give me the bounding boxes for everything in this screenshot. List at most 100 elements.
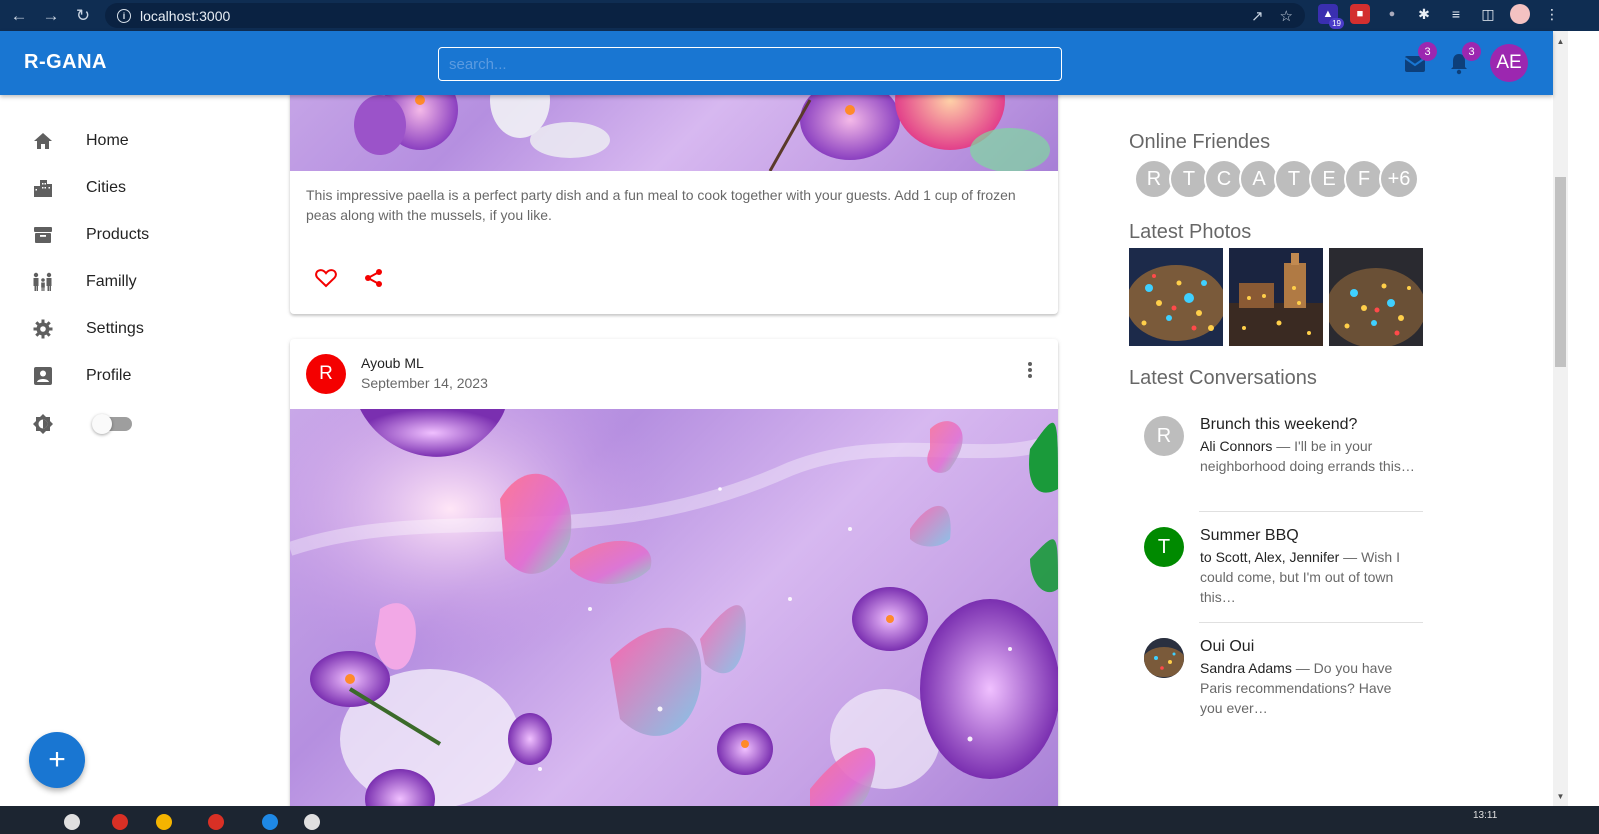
conversation-avatar: T: [1144, 527, 1184, 567]
back-icon[interactable]: ←: [6, 3, 32, 29]
conversation-preview: Ali Connors — I'll be in your neighborho…: [1200, 436, 1415, 476]
page-scrollbar[interactable]: [1553, 31, 1568, 806]
conversation-item[interactable]: Oui Oui Sandra Adams — Do you have Paris…: [1129, 638, 1423, 718]
theme-toggle-switch[interactable]: [92, 414, 132, 434]
sidebar-item-settings[interactable]: Settings: [0, 305, 260, 352]
conversation-title: Oui Oui: [1200, 638, 1255, 655]
reload-icon[interactable]: ↻: [70, 3, 96, 29]
add-button[interactable]: +: [29, 732, 85, 788]
share-button[interactable]: [360, 264, 388, 292]
conversation-title: Brunch this weekend?: [1200, 416, 1358, 433]
sidebar-item-family[interactable]: Familly: [0, 258, 260, 305]
friend-avatar[interactable]: E: [1309, 159, 1349, 199]
post-body-text: This impressive paella is a perfect part…: [306, 187, 1016, 223]
conversation-sender: Sandra Adams: [1200, 660, 1292, 676]
url-text: localhost:3000: [140, 7, 231, 24]
photo-thumbnail[interactable]: [1229, 248, 1323, 346]
taskbar-app-icon[interactable]: [262, 814, 278, 830]
reading-list-icon[interactable]: ≡: [1446, 4, 1466, 24]
switch-knob: [92, 414, 112, 434]
friend-avatar[interactable]: A: [1239, 159, 1279, 199]
post-author-name: Ayoub ML: [361, 355, 424, 371]
friend-avatar[interactable]: R: [1134, 159, 1174, 199]
friend-avatar[interactable]: F: [1344, 159, 1384, 199]
post-date: September 14, 2023: [361, 375, 488, 391]
conversation-avatar: [1144, 638, 1184, 678]
extension-red-icon[interactable]: ■: [1350, 4, 1370, 24]
extension-bottle-icon[interactable]: ●: [1382, 4, 1402, 24]
sidebar-item-label: Cities: [86, 178, 127, 196]
user-avatar[interactable]: AE: [1490, 44, 1528, 82]
conversation-sender: to Scott, Alex, Jennifer: [1200, 549, 1340, 565]
conversation-title: Summer BBQ: [1200, 527, 1299, 544]
city-icon: [32, 177, 54, 199]
search-input[interactable]: [438, 47, 1062, 81]
conversation-item[interactable]: R Brunch this weekend? Ali Connors — I'l…: [1129, 416, 1423, 496]
conversation-sender: Ali Connors: [1200, 438, 1273, 454]
sidebar-item-home[interactable]: Home: [0, 117, 260, 164]
account-box-icon: [32, 365, 54, 387]
scroll-down-icon[interactable]: ▼: [1555, 792, 1566, 804]
family-icon: [32, 271, 54, 293]
photo-thumbnail[interactable]: [1329, 248, 1423, 346]
friend-avatar[interactable]: T: [1169, 159, 1209, 199]
side-panel-icon[interactable]: ◫: [1478, 4, 1498, 24]
share-icon: [365, 269, 382, 287]
sidebar-item-label: Products: [86, 225, 150, 243]
taskbar-app-icon[interactable]: [112, 814, 128, 830]
post-author-avatar[interactable]: R: [306, 354, 346, 394]
app-bar: R-GANA 3 3: [0, 31, 1553, 95]
scrollbar-thumb[interactable]: [1555, 177, 1566, 367]
notifications-button[interactable]: 3: [1446, 42, 1481, 77]
mail-badge: 3: [1418, 42, 1437, 61]
notification-badge: 3: [1462, 42, 1481, 61]
share-icon[interactable]: ↗: [1251, 7, 1264, 25]
archive-icon: [32, 224, 54, 246]
sidebar-item-label: Settings: [86, 319, 144, 337]
scroll-up-icon[interactable]: ▲: [1555, 37, 1566, 49]
sidebar-item-cities[interactable]: Cities: [0, 164, 260, 211]
home-icon: [32, 130, 54, 152]
taskbar-clock: 13:11: [1473, 810, 1498, 821]
puzzle-icon[interactable]: ✱: [1414, 4, 1434, 24]
sidebar: Home Cities Products Familly Settings Pr…: [0, 117, 260, 449]
online-friends-group: R T C A T E F +6: [1134, 159, 1419, 199]
online-friends-title: Online Friendes: [1129, 131, 1271, 153]
browser-menu-icon[interactable]: ⋮: [1542, 4, 1562, 24]
taskbar-app-icon[interactable]: [208, 814, 224, 830]
like-button[interactable]: [312, 264, 340, 292]
sidebar-item-profile[interactable]: Profile: [0, 352, 260, 399]
theme-toggle-row: [0, 399, 260, 449]
sidebar-item-label: Home: [86, 131, 129, 149]
friend-avatar[interactable]: T: [1274, 159, 1314, 199]
mail-button[interactable]: 3: [1402, 42, 1437, 77]
more-vert-icon: [1028, 362, 1032, 378]
extension-icon[interactable]: ▲ 19: [1318, 4, 1344, 29]
window-edge: [1568, 31, 1599, 806]
conversation-item[interactable]: T Summer BBQ to Scott, Alex, Jennifer — …: [1129, 527, 1423, 607]
divider: [1199, 511, 1423, 512]
sidebar-item-label: Familly: [86, 272, 137, 290]
friend-avatar[interactable]: C: [1204, 159, 1244, 199]
friends-overflow-count[interactable]: +6: [1379, 159, 1419, 199]
conversation-preview: to Scott, Alex, Jennifer — Wish I could …: [1200, 547, 1415, 607]
taskbar-chrome-icon[interactable]: [304, 814, 320, 830]
browser-toolbar: ← → ↻ i localhost:3000 ↗ ☆ ▲ 19 ■ ● ✱ ≡ ◫…: [0, 0, 1599, 31]
forward-icon[interactable]: →: [38, 3, 64, 29]
site-info-icon[interactable]: i: [117, 8, 131, 23]
bookmark-star-icon[interactable]: ☆: [1280, 7, 1293, 25]
taskbar-app-icon[interactable]: [64, 814, 80, 830]
photo-thumbnail[interactable]: [1129, 248, 1223, 346]
post-image[interactable]: [290, 409, 1058, 819]
divider: [1199, 622, 1423, 623]
sidebar-item-products[interactable]: Products: [0, 211, 260, 258]
os-taskbar: 13:11: [0, 806, 1599, 834]
address-bar[interactable]: i localhost:3000 ↗ ☆: [105, 3, 1305, 28]
brand-logo[interactable]: R-GANA: [24, 51, 107, 74]
post-card: R Ayoub ML September 14, 2023: [290, 339, 1058, 819]
post-menu-button[interactable]: [1018, 358, 1042, 382]
conversation-preview: Sandra Adams — Do you have Paris recomme…: [1200, 658, 1415, 718]
sidebar-item-label: Profile: [86, 366, 132, 384]
taskbar-app-icon[interactable]: [156, 814, 172, 830]
profile-avatar-icon[interactable]: [1510, 4, 1530, 24]
